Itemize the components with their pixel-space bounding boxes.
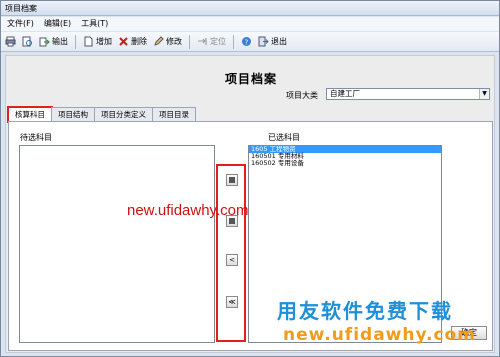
export-icon (39, 37, 50, 47)
modify-label: 修改 (166, 37, 182, 46)
move-left-button[interactable]: < (226, 254, 238, 266)
move-all-left-button[interactable]: ≪ (226, 296, 238, 308)
svg-text:?: ? (245, 39, 249, 47)
tab-category-definition[interactable]: 项目分类定义 (94, 107, 153, 121)
toolbar-divider (189, 34, 190, 49)
toolbar-divider (233, 34, 234, 49)
window-title: 项目档案 (5, 4, 37, 13)
locate-label: 定位 (210, 37, 226, 46)
pencil-icon (154, 36, 164, 46)
menu-bar: 文件(F) 编辑(E) 工具(T) (1, 17, 499, 31)
available-subjects-list[interactable] (19, 145, 215, 343)
move-right-icon (229, 177, 235, 183)
locate-icon (198, 38, 207, 45)
tab-project-structure[interactable]: 项目结构 (51, 107, 95, 121)
help-button[interactable]: ? (240, 34, 253, 50)
list-item[interactable]: 160502 专用设备 (249, 160, 441, 167)
output-button[interactable]: 输出 (38, 34, 69, 50)
exit-icon (258, 36, 269, 47)
category-label: 项目大类 (286, 91, 318, 100)
watermark-url: new.ufidawhy.com (127, 202, 249, 219)
move-right-button[interactable] (226, 174, 238, 186)
add-label: 增加 (96, 37, 112, 46)
locate-button[interactable]: 定位 (196, 34, 227, 50)
new-document-icon (84, 36, 93, 47)
menu-edit[interactable]: 编辑(E) (44, 17, 71, 31)
toolbar: 输出 增加 删除 修改 定位 ? 退出 (1, 32, 499, 52)
project-archive-window: 项目档案 文件(F) 编辑(E) 工具(T) 输出 增加 删除 修改 定位 ? … (0, 0, 500, 357)
help-icon: ? (242, 37, 251, 47)
move-buttons-group: < ≪ (216, 164, 246, 342)
output-label: 输出 (52, 37, 68, 46)
category-value: 自建工厂 (330, 89, 360, 98)
print-button[interactable] (4, 34, 17, 50)
selected-subjects-label: 已选科目 (268, 133, 300, 142)
chevron-down-icon[interactable]: ▼ (479, 89, 489, 99)
window-titlebar: 项目档案 (1, 1, 499, 16)
delete-button[interactable]: 删除 (117, 34, 148, 50)
menu-tools[interactable]: 工具(T) (81, 17, 108, 31)
preview-icon (22, 36, 32, 47)
tab-strip: 核算科目 项目结构 项目分类定义 项目目录 (7, 106, 196, 123)
watermark-url-bottom: new.ufidawhy.com (283, 325, 476, 345)
preview-button[interactable] (21, 34, 34, 50)
menu-file[interactable]: 文件(F) (7, 17, 34, 31)
tab-accounting-subjects[interactable]: 核算科目 (7, 106, 53, 123)
page-title: 项目档案 (224, 72, 277, 86)
category-select[interactable]: 自建工厂 ▼ (326, 88, 490, 100)
toolbar-divider (75, 34, 76, 49)
delete-label: 删除 (131, 37, 147, 46)
exit-label: 退出 (271, 37, 287, 46)
delete-x-icon (119, 37, 128, 46)
exit-button[interactable]: 退出 (257, 34, 288, 50)
modify-button[interactable]: 修改 (152, 34, 183, 50)
tab-project-directory[interactable]: 项目目录 (152, 107, 196, 121)
add-button[interactable]: 增加 (82, 34, 113, 50)
available-subjects-label: 待选科目 (20, 133, 52, 142)
printer-icon (5, 36, 16, 47)
watermark-logo-text: 用友软件免费下载 (277, 299, 453, 323)
